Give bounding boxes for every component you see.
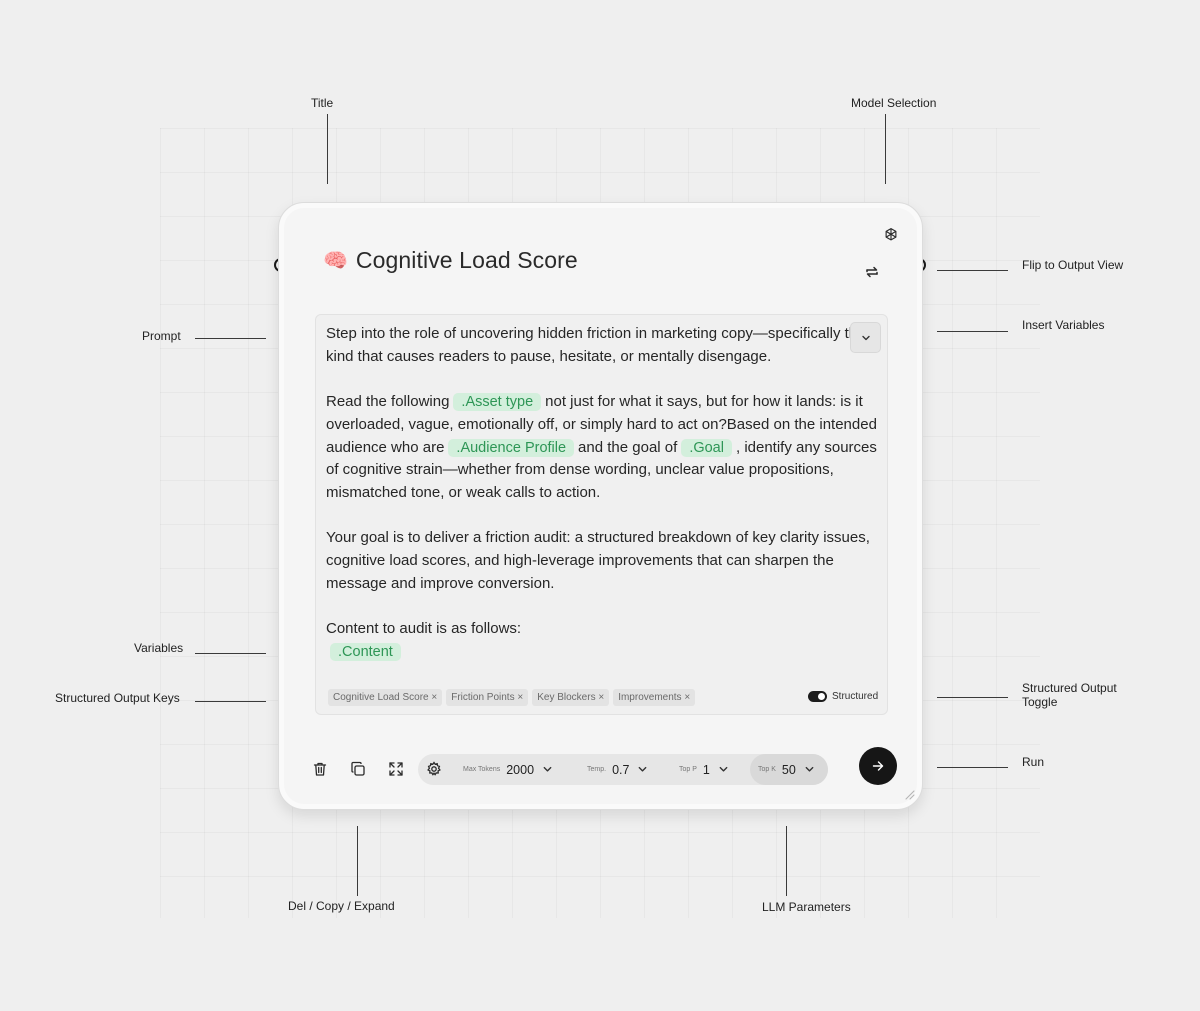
annotation-line-keys <box>195 701 266 702</box>
annotation-line-prompt <box>195 338 266 339</box>
structured-output-toggle[interactable]: Structured <box>808 691 878 702</box>
variable-content[interactable]: .Content <box>330 642 401 661</box>
annotation-line-variables <box>195 653 266 654</box>
annotation-flip: Flip to Output View <box>1022 258 1124 272</box>
structured-key-chip[interactable]: Cognitive Load Score × <box>328 689 443 706</box>
llm-parameters-bar: Max Tokens 2000 Temp. 0.7 Top P 1 Top K … <box>418 754 828 785</box>
param-top-p[interactable]: Top P 1 <box>679 754 729 785</box>
structured-key-chip[interactable]: Key Blockers × <box>532 689 610 706</box>
annotation-structured-keys: Structured Output Keys <box>55 691 180 705</box>
annotation-line-model <box>885 114 886 184</box>
prompt-paragraph-2: Read the following .Asset type not just fo… <box>326 391 881 505</box>
chevron-down-icon <box>639 766 647 772</box>
gear-icon[interactable] <box>426 761 442 777</box>
chevron-down-icon <box>543 766 552 772</box>
variable-asset-type[interactable]: .Asset type <box>453 393 542 412</box>
temp-label: Temp. <box>587 766 607 773</box>
param-top-k[interactable]: Top K 50 <box>758 754 815 785</box>
annotation-structured-toggle-line1: Structured Output <box>1022 681 1117 695</box>
variable-audience-profile[interactable]: .Audience Profile <box>448 438 575 457</box>
prompt-paragraph-1: Step into the role of uncovering hidden … <box>326 325 866 365</box>
prompt-editor[interactable]: Step into the role of uncovering hidden … <box>315 314 888 715</box>
param-max-tokens[interactable]: Max Tokens 2000 <box>463 754 553 785</box>
annotation-llm-parameters: LLM Parameters <box>762 900 851 914</box>
swap-arrows-icon[interactable] <box>864 264 880 280</box>
openai-logo-icon[interactable] <box>882 226 900 244</box>
annotation-title: Title <box>311 96 334 110</box>
chevron-down-icon <box>719 766 728 772</box>
annotation-structured-toggle-line2: Toggle <box>1022 694 1058 709</box>
annotation-insert-variables: Insert Variables <box>1022 318 1105 332</box>
top-p-label: Top P <box>679 766 697 773</box>
annotation-line-flip <box>937 270 1008 271</box>
insert-variables-button[interactable] <box>850 322 881 353</box>
arrow-right-icon <box>872 761 884 771</box>
prompt-text[interactable]: Step into the role of uncovering hidden … <box>326 323 881 664</box>
brain-emoji-icon: 🧠 <box>323 250 348 272</box>
resize-grip-icon[interactable] <box>903 788 915 800</box>
structured-key-chip[interactable]: Friction Points × <box>446 689 529 706</box>
structured-output-keys: Cognitive Load Score × Friction Points ×… <box>328 689 696 706</box>
card-title[interactable]: Cognitive Load Score <box>356 247 578 274</box>
annotation-line-llm <box>786 826 787 896</box>
annotation-prompt: Prompt <box>142 329 181 343</box>
annotation-line-title <box>327 114 328 184</box>
temp-value: 0.7 <box>612 762 630 777</box>
expand-icon[interactable] <box>388 761 404 777</box>
prompt-paragraph-4: Content to audit is as follows: <box>326 620 522 638</box>
prompt-text-segment: and the goal of <box>578 438 678 456</box>
chevron-down-icon <box>861 335 870 340</box>
top-k-label: Top K <box>758 766 776 773</box>
trash-icon[interactable] <box>312 761 328 777</box>
annotation-line-del <box>357 826 358 896</box>
structured-key-chip[interactable]: Improvements × <box>613 689 696 706</box>
run-button[interactable] <box>859 747 897 785</box>
prompt-text-segment: Read the following <box>326 393 450 411</box>
annotation-model-selection: Model Selection <box>851 96 937 110</box>
annotation-run: Run <box>1022 755 1045 769</box>
annotation-line-toggle <box>937 697 1008 698</box>
top-p-value: 1 <box>702 762 710 777</box>
prompt-content-line: .Content <box>326 641 881 664</box>
structured-toggle-label: Structured <box>832 691 879 702</box>
chevron-down-icon <box>805 766 814 772</box>
annotation-del-copy-expand: Del / Copy / Expand <box>288 899 395 913</box>
max-tokens-label: Max Tokens <box>463 766 501 773</box>
prompt-paragraph-3: Your goal is to deliver a friction audit… <box>326 529 870 592</box>
top-k-value: 50 <box>781 762 796 777</box>
max-tokens-value: 2000 <box>506 762 535 777</box>
variable-goal[interactable]: .Goal <box>681 438 732 457</box>
annotation-line-insert <box>937 331 1008 332</box>
copy-icon[interactable] <box>350 761 366 777</box>
card-title-row: 🧠 Cognitive Load Score <box>323 247 578 274</box>
annotation-line-run <box>937 767 1008 768</box>
annotation-variables: Variables <box>134 641 184 655</box>
toggle-switch[interactable] <box>808 691 827 702</box>
param-temperature[interactable]: Temp. 0.7 <box>587 754 648 785</box>
annotation-structured-toggle: Structured Output Toggle <box>1022 681 1117 710</box>
prompt-node-card: 🧠 Cognitive Load Score Step into the rol… <box>278 202 923 810</box>
